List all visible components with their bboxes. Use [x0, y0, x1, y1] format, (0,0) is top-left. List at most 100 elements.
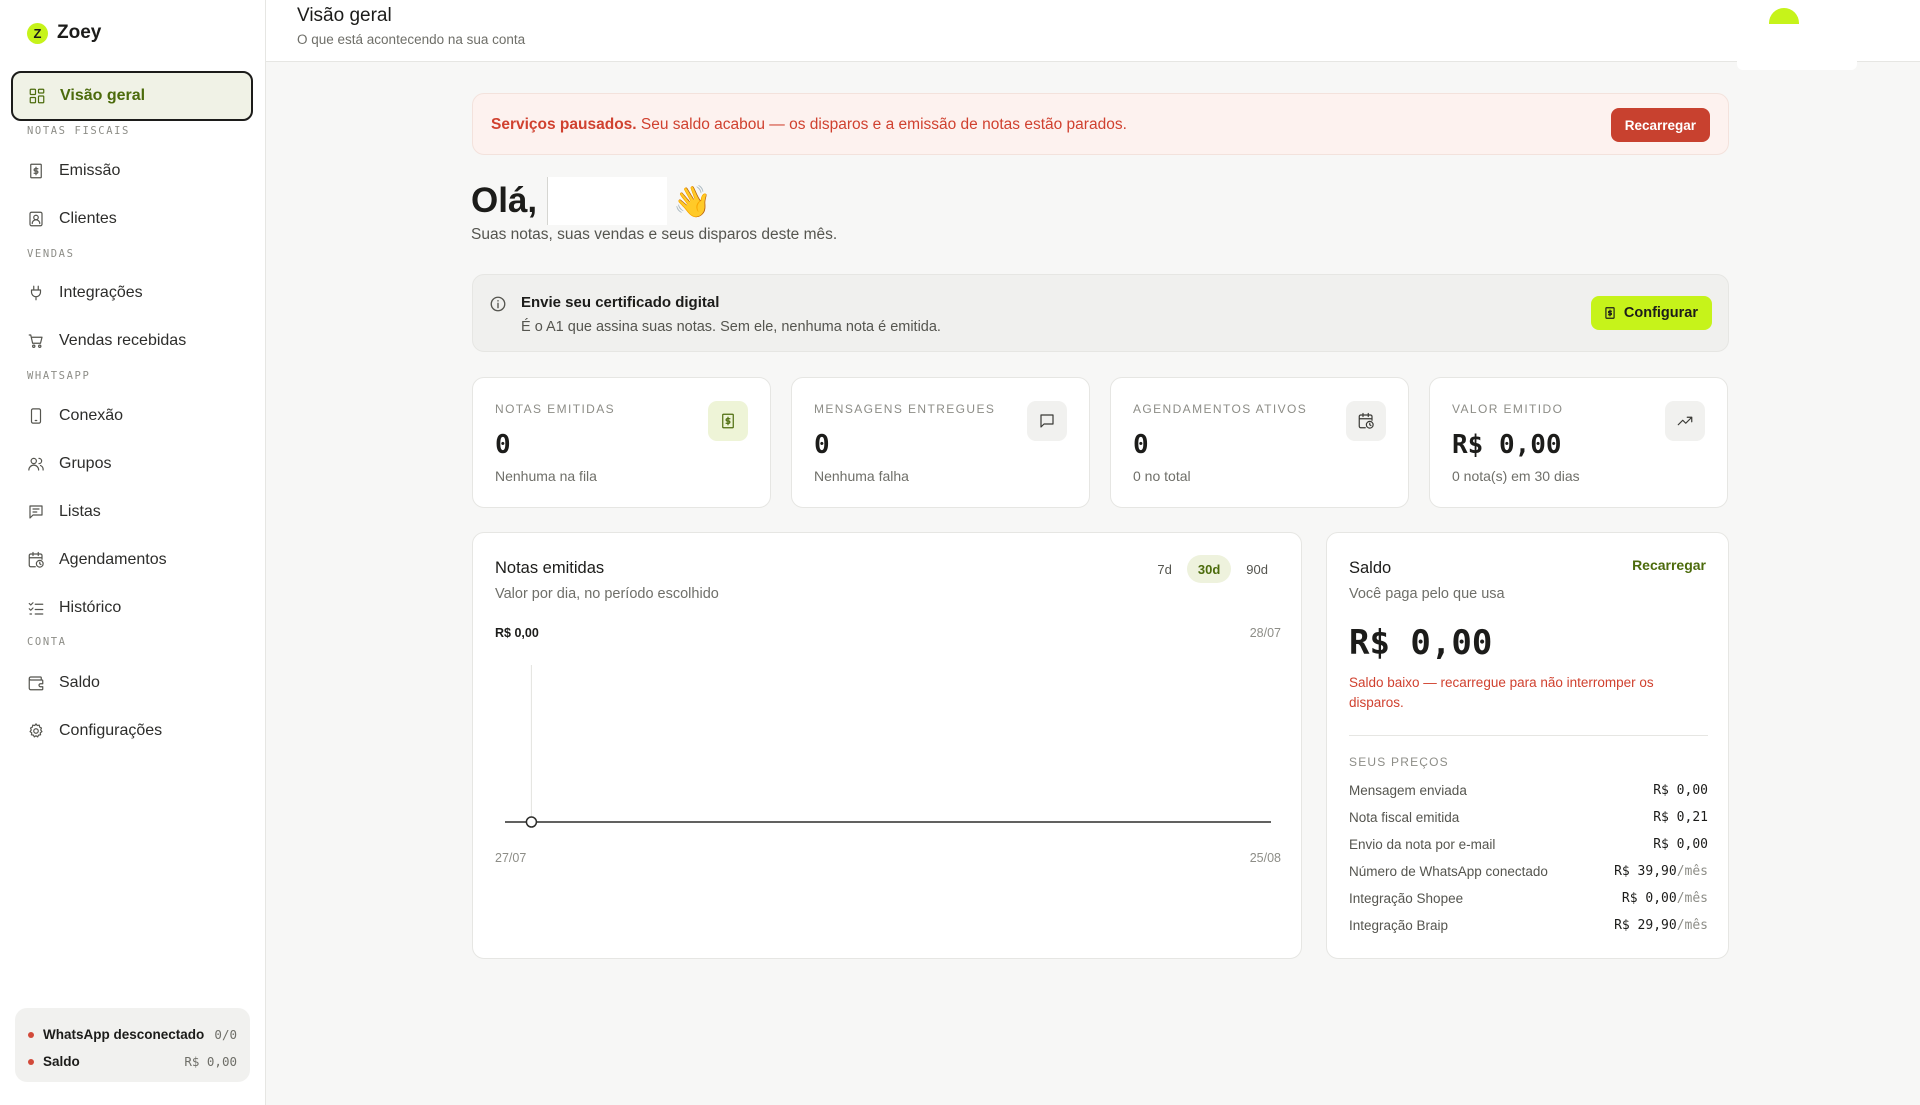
checklist-icon	[28, 602, 44, 615]
sidebar-item-label: Clientes	[59, 210, 117, 227]
stat-foot: 0 no total	[1133, 468, 1191, 484]
sidebar-item-grupos[interactable]: Grupos	[12, 439, 252, 489]
sidebar-item-saldo[interactable]: Saldo	[12, 658, 252, 708]
price-value: R$ 0,21	[1653, 810, 1708, 825]
saldo-warning: Saldo baixo — recarregue para não interr…	[1349, 675, 1654, 710]
price-value: R$ 0,00	[1653, 783, 1708, 798]
sidebar-item-label: Grupos	[59, 455, 112, 472]
greeting-hello: Olá,	[471, 181, 538, 220]
page-subtitle: O que está acontecendo na sua conta	[297, 32, 526, 47]
sidebar-item-listas[interactable]: Listas	[12, 487, 252, 537]
sidebar-item-label: Visão geral	[60, 87, 146, 104]
saldo-recharge-link[interactable]: Recarregar	[1632, 557, 1706, 573]
greeting-subtitle: Suas notas, suas vendas e seus disparos …	[471, 226, 838, 243]
connection-status-panel[interactable]: WhatsApp desconectado 0/0 Saldo R$ 0,00	[15, 1008, 250, 1082]
certificate-title: Envie seu certificado digital	[521, 294, 720, 311]
price-value: R$ 0,00	[1653, 837, 1708, 852]
x-tick-label: 27/07	[495, 851, 526, 865]
info-icon	[490, 296, 506, 312]
price-label: Envio da nota por e-mail	[1349, 837, 1496, 852]
banner-strong: Serviços pausados.	[491, 116, 637, 133]
price-row: Nota fiscal emitida R$ 0,21	[1349, 810, 1708, 825]
whatsapp-status-label: WhatsApp desconectado	[43, 1027, 205, 1042]
saldo-title: Saldo	[1349, 559, 1392, 577]
stat-value: 0	[814, 430, 830, 460]
sidebar-item-conexao[interactable]: Conexão	[12, 391, 252, 441]
sidebar-item-label: Vendas recebidas	[59, 332, 187, 349]
notas-chart-card: Notas emitidas Valor por dia, no período…	[472, 532, 1302, 959]
price-value: R$ 39,90/mês	[1614, 864, 1708, 879]
avatar[interactable]	[1769, 8, 1799, 24]
stat-label: AGENDAMENTOS ATIVOS	[1133, 402, 1308, 416]
sidebar-item-label: Saldo	[59, 674, 100, 691]
sidebar-item-label: Listas	[59, 503, 101, 520]
gear-icon	[29, 723, 43, 738]
wallet-icon	[28, 676, 44, 691]
sidebar-item-emissao[interactable]: Emissão	[12, 146, 252, 196]
saldo-status-label: Saldo	[43, 1054, 80, 1069]
brand[interactable]: Z Zoey	[27, 22, 101, 44]
sidebar-item-configuracoes[interactable]: Configurações	[12, 706, 252, 756]
sidebar-item-label: Configurações	[59, 722, 163, 739]
sidebar-item-clientes[interactable]: Clientes	[12, 194, 252, 244]
stat-card-notas: NOTAS EMITIDAS 0 Nenhuma na fila	[472, 377, 771, 508]
configure-button[interactable]: Configurar	[1590, 296, 1712, 330]
sidebar-section-whatsapp: WHATSAPP	[27, 370, 91, 382]
sidebar-item-label: Integrações	[59, 284, 143, 301]
sidebar-item-label: Emissão	[59, 162, 121, 179]
stat-foot: Nenhuma falha	[814, 468, 909, 484]
stat-card-agendamentos: AGENDAMENTOS ATIVOS 0 0 no total	[1110, 377, 1409, 508]
sidebar-item-integracoes[interactable]: Integrações	[12, 268, 252, 318]
line-chart[interactable]: R$ 0,00 28/07 27/07 25/08	[473, 533, 1303, 960]
logo-icon: Z	[27, 22, 48, 44]
sidebar-item-historico[interactable]: Histórico	[12, 583, 252, 633]
saldo-card: Saldo Recarregar Você paga pelo que usa …	[1326, 532, 1729, 959]
stat-label: NOTAS EMITIDAS	[495, 402, 616, 416]
price-row: Integração Shopee R$ 0,00/mês	[1349, 891, 1708, 906]
phone-icon	[30, 408, 42, 424]
calendar-clock-icon	[28, 551, 44, 568]
sidebar-item-label: Agendamentos	[59, 551, 167, 568]
message-icon	[1027, 401, 1067, 441]
certificate-subtitle: É o A1 que assina suas notas. Sem ele, n…	[521, 319, 941, 335]
price-label: Mensagem enviada	[1349, 783, 1467, 798]
price-value: R$ 0,00/mês	[1621, 891, 1708, 906]
users-icon	[28, 457, 44, 471]
sidebar: Z Zoey Visão geral NOTAS FISCAIS Emissão…	[0, 0, 266, 1105]
stat-foot: 0 nota(s) em 30 dias	[1452, 468, 1580, 484]
active-data-point	[525, 816, 538, 828]
price-label: Integração Shopee	[1349, 891, 1464, 906]
calendar-clock-icon	[1346, 401, 1386, 441]
page-title: Visão geral	[297, 5, 392, 26]
top-header: Visão geral O que está acontecendo na su…	[266, 0, 1920, 70]
divider	[1349, 735, 1708, 736]
status-dot-icon	[28, 1058, 34, 1065]
brand-name: Zoey	[57, 22, 102, 43]
plug-icon	[30, 285, 42, 301]
saldo-status-value: R$ 0,00	[184, 1054, 237, 1069]
sidebar-item-label: Histórico	[59, 599, 122, 616]
recharge-button[interactable]: Recarregar	[1610, 108, 1710, 142]
certificate-callout: Envie seu certificado digital É o A1 que…	[472, 274, 1729, 352]
stat-value: 0	[1133, 430, 1149, 460]
contact-icon	[29, 211, 43, 227]
trending-up-icon	[1665, 401, 1705, 441]
tooltip-date: 28/07	[1250, 626, 1281, 640]
price-label: Integração Braip	[1349, 918, 1449, 933]
x-tick-label: 25/08	[1250, 851, 1281, 865]
sidebar-item-vendas-recebidas[interactable]: Vendas recebidas	[12, 316, 252, 366]
tooltip-value: R$ 0,00	[495, 626, 539, 640]
sidebar-section-conta: CONTA	[27, 636, 67, 648]
list-icon	[29, 505, 43, 519]
sidebar-section-notas: NOTAS FISCAIS	[27, 125, 130, 137]
stat-card-mensagens: MENSAGENS ENTREGUES 0 Nenhuma falha	[791, 377, 1090, 508]
sidebar-item-label: Conexão	[59, 407, 124, 424]
user-menu[interactable]	[1737, 0, 1857, 70]
price-row: Mensagem enviada R$ 0,00	[1349, 783, 1708, 798]
stat-card-valor: VALOR EMITIDO R$ 0,00 0 nota(s) em 30 di…	[1429, 377, 1728, 508]
wave-emoji: 👋	[673, 183, 712, 219]
saldo-status: Saldo R$ 0,00	[28, 1048, 237, 1075]
sidebar-item-visao-geral[interactable]: Visão geral	[11, 71, 253, 121]
sidebar-item-agendamentos[interactable]: Agendamentos	[12, 535, 252, 585]
price-value: R$ 29,90/mês	[1614, 918, 1708, 933]
